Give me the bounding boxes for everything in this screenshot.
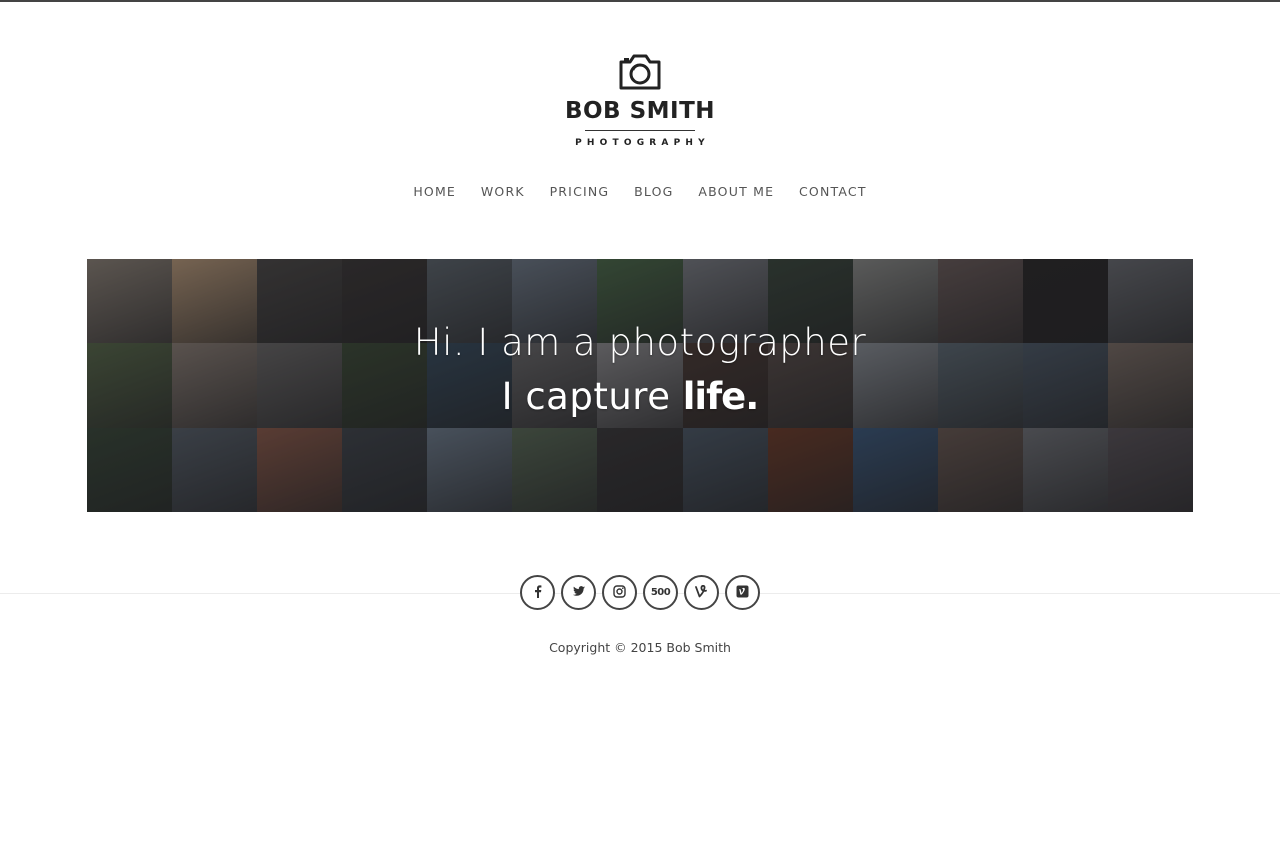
brand-subtitle: PHOTOGRAPHY	[575, 138, 710, 148]
twitter-icon[interactable]	[561, 575, 596, 610]
social-links: 500	[0, 575, 1280, 610]
hero-heading-line1: Hi. I am a photographer	[413, 321, 867, 364]
500px-icon[interactable]: 500	[643, 575, 678, 610]
brand-name: BOB SMITH	[564, 98, 716, 124]
nav-work[interactable]: WORK	[481, 184, 525, 199]
copyright-text: Copyright © 2015 Bob Smith	[549, 640, 731, 655]
site-logo[interactable]: BOB SMITH PHOTOGRAPHY	[0, 52, 1280, 148]
nav-pricing[interactable]: PRICING	[550, 184, 610, 199]
hero-line2-emphasis: life.	[682, 375, 760, 418]
camera-icon	[619, 54, 661, 90]
facebook-icon[interactable]	[520, 575, 555, 610]
nav-blog[interactable]: BLOG	[634, 184, 673, 199]
hero-banner: Hi. I am a photographer I capture life.	[87, 259, 1193, 512]
brand-divider	[585, 130, 695, 131]
nav-home[interactable]: HOME	[413, 184, 456, 199]
main-nav: HOME WORK PRICING BLOG ABOUT ME CONTACT	[0, 184, 1280, 199]
500px-label: 500	[650, 587, 671, 598]
hero-line2-prefix: I capture	[501, 375, 683, 418]
instagram-icon[interactable]	[602, 575, 637, 610]
nav-about-me[interactable]: ABOUT ME	[698, 184, 774, 199]
hero-heading-line2: I capture life.	[87, 375, 1183, 418]
nav-contact[interactable]: CONTACT	[799, 184, 867, 199]
vine-icon[interactable]	[684, 575, 719, 610]
vimeo-icon[interactable]	[725, 575, 760, 610]
